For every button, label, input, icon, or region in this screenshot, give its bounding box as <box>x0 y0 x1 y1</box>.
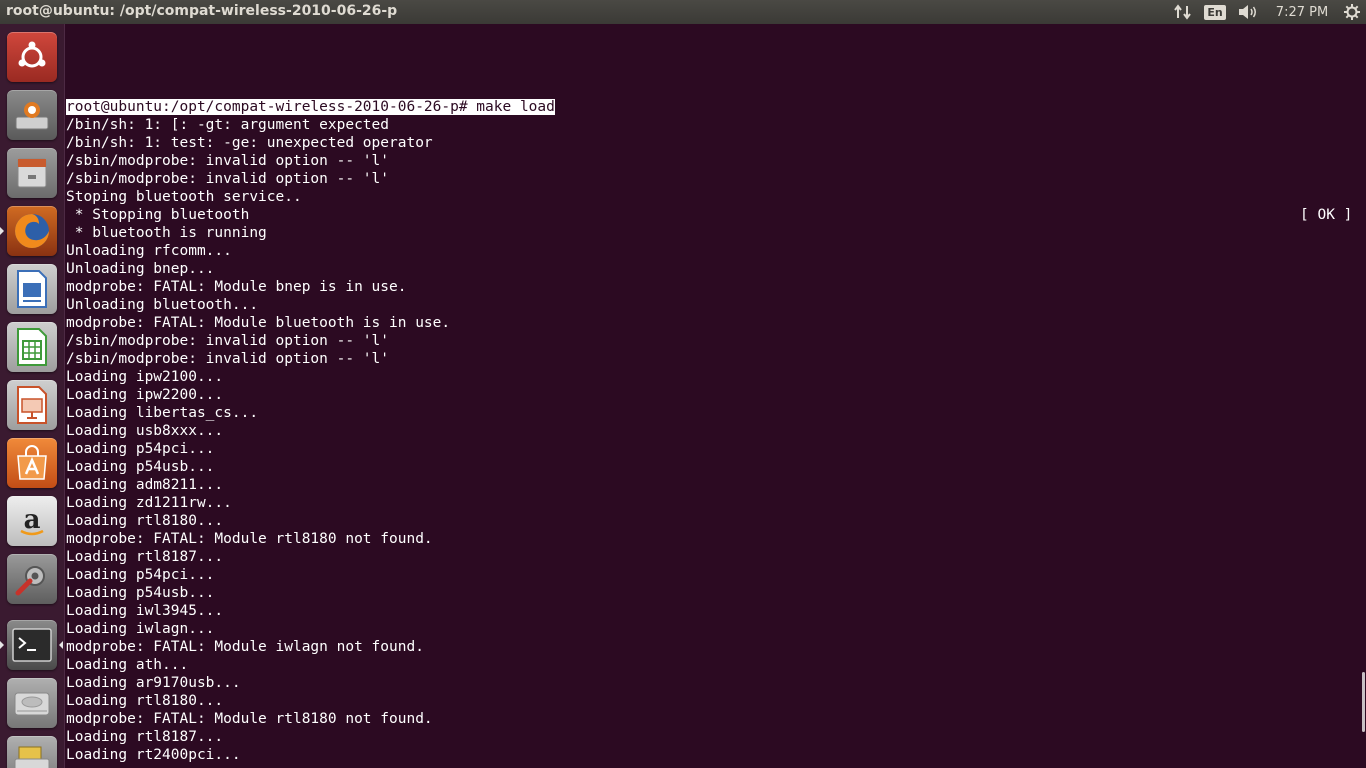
launcher-item-software-center[interactable] <box>7 438 57 488</box>
terminal-line: /bin/sh: 1: test: -ge: unexpected operat… <box>66 135 433 151</box>
keyboard-layout-label: En <box>1204 4 1226 20</box>
terminal-line: Loading ath... <box>66 657 189 673</box>
terminal-line: Loading p54pci... <box>66 441 215 457</box>
terminal-line: Loading p54usb... <box>66 585 215 601</box>
launcher-item-files[interactable] <box>7 148 57 198</box>
launcher-item-removable-drive[interactable] <box>7 736 57 768</box>
volume-icon <box>1239 5 1256 19</box>
terminal-line: Loading usb8xxx... <box>66 423 224 439</box>
terminal-line: * bluetooth is running <box>66 225 267 241</box>
svg-text:a: a <box>24 505 41 535</box>
terminal-line: Loading zd1211rw... <box>66 495 232 511</box>
terminal-line: Loading libertas_cs... <box>66 405 259 421</box>
terminal-icon <box>12 628 52 662</box>
terminal-line: /sbin/modprobe: invalid option -- 'l' <box>66 153 390 169</box>
indicator-area: En 7:27 PM <box>1166 0 1366 24</box>
terminal-line: Unloading bnep... <box>66 261 215 277</box>
removable-drive-icon <box>14 746 50 768</box>
terminal-line: Loading iwl3945... <box>66 603 224 619</box>
terminal-line: Loading rt2400pci... <box>66 747 241 763</box>
terminal-line: Unloading rfcomm... <box>66 243 232 259</box>
terminal-line: /sbin/modprobe: invalid option -- 'l' <box>66 171 390 187</box>
system-settings-icon <box>15 566 45 596</box>
network-arrows-icon <box>1174 4 1191 20</box>
launcher: a <box>0 24 65 768</box>
terminal-scrollbar-thumb[interactable] <box>1362 672 1365 732</box>
terminal-line: /bin/sh: 1: [: -gt: argument expected <box>66 117 390 133</box>
terminal-line: Loading rtl8180... <box>66 693 224 709</box>
terminal-prompt-line: root@ubuntu:/opt/compat-wireless-2010-06… <box>66 98 1356 116</box>
terminal-line: modprobe: FATAL: Module bnep is in use. <box>66 279 407 295</box>
window-title: root@ubuntu: /opt/compat-wireless-2010-0… <box>6 3 398 19</box>
terminal-line: Stoping bluetooth service.. <box>66 189 302 205</box>
terminal-line: Loading ar9170usb... <box>66 675 241 691</box>
launcher-item-impress[interactable] <box>7 380 57 430</box>
install-ubuntu-icon <box>15 102 49 130</box>
ok-status: [ OK ] <box>1300 207 1353 223</box>
command-prompt: root@ubuntu:/opt/compat-wireless-2010-06… <box>66 99 555 115</box>
launcher-item-system-settings[interactable] <box>7 554 57 604</box>
session-menu[interactable] <box>1338 0 1366 24</box>
terminal-line: modprobe: FATAL: Module bluetooth is in … <box>66 315 451 331</box>
files-icon <box>17 158 47 188</box>
terminal-line: Loading ipw2200... <box>66 387 224 403</box>
terminal-line: Loading rtl8187... <box>66 729 224 745</box>
launcher-item-disk[interactable] <box>7 678 57 728</box>
terminal-line: Loading adm8211... <box>66 477 224 493</box>
terminal-line: /sbin/modprobe: invalid option -- 'l' <box>66 333 390 349</box>
terminal-line-text: * Stopping bluetooth <box>66 207 250 223</box>
libreoffice-impress-icon <box>17 386 47 424</box>
launcher-item-calc[interactable] <box>7 322 57 372</box>
sound-indicator[interactable] <box>1230 0 1266 24</box>
terminal-line: Loading iwlagn... <box>66 621 215 637</box>
terminal-line-with-status: * Stopping bluetooth [ OK ] <box>66 206 1356 224</box>
terminal-line: modprobe: FATAL: Module rtl8180 not foun… <box>66 711 433 727</box>
terminal-line: modprobe: FATAL: Module iwlagn not found… <box>66 639 424 655</box>
terminal-line: Loading p54usb... <box>66 459 215 475</box>
terminal-line: Loading p54pci... <box>66 567 215 583</box>
top-panel: root@ubuntu: /opt/compat-wireless-2010-0… <box>0 0 1366 24</box>
launcher-item-writer[interactable] <box>7 264 57 314</box>
launcher-item-dash[interactable] <box>7 32 57 82</box>
libreoffice-calc-icon <box>17 328 47 366</box>
launcher-item-amazon[interactable]: a <box>7 496 57 546</box>
keyboard-indicator[interactable]: En <box>1200 0 1230 24</box>
terminal-output[interactable]: root@ubuntu:/opt/compat-wireless-2010-06… <box>66 98 1356 764</box>
clock[interactable]: 7:27 PM <box>1266 0 1338 24</box>
network-indicator[interactable] <box>1166 0 1200 24</box>
disk-icon <box>14 692 50 716</box>
launcher-item-firefox[interactable] <box>7 206 57 256</box>
dash-home-icon <box>18 41 46 68</box>
launcher-item-terminal[interactable] <box>7 620 57 670</box>
terminal-line: modprobe: FATAL: Module rtl8180 not foun… <box>66 531 433 547</box>
terminal-line: Loading rtl8180... <box>66 513 224 529</box>
terminal-line: /sbin/modprobe: invalid option -- 'l' <box>66 351 390 367</box>
ubuntu-software-center-icon <box>17 445 47 480</box>
terminal-line: Unloading bluetooth... <box>66 297 259 313</box>
gear-icon <box>1344 4 1360 20</box>
terminal-line: Loading rtl8187... <box>66 549 224 565</box>
libreoffice-writer-icon <box>17 270 47 308</box>
firefox-icon <box>15 214 49 248</box>
amazon-icon: a <box>20 505 44 536</box>
launcher-item-install-ubuntu[interactable] <box>7 90 57 140</box>
terminal-line: Loading ipw2100... <box>66 369 224 385</box>
